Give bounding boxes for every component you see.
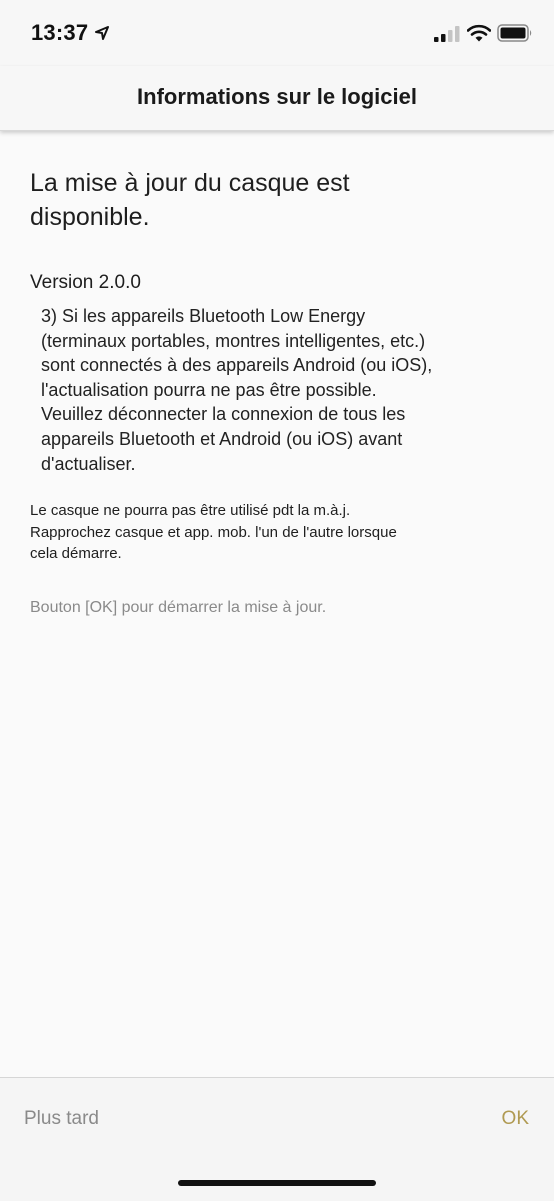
navigation-bar: Informations sur le logiciel <box>0 66 554 131</box>
release-note-line: Veuillez déconnecter la connexion de tou… <box>41 404 406 425</box>
location-arrow-icon <box>95 26 109 40</box>
release-note-line: appareils Bluetooth et Android (ou iOS) … <box>41 428 403 449</box>
signal-icon <box>434 26 460 42</box>
ok-instruction-text: Bouton [OK] pour démarrer la mise à jour… <box>30 598 327 616</box>
warning-line: Rapprochez casque et app. mob. l'un de l… <box>30 523 397 541</box>
update-info-content: La mise à jour du casque est disponible.… <box>30 166 524 617</box>
release-notes: 3) Si les appareils Bluetooth Low Energy… <box>30 304 524 476</box>
update-warning: Le casque ne pourra pas être utilisé pdt… <box>30 500 524 565</box>
release-note-line: sont connectés à des appareils Android (… <box>41 355 433 376</box>
warning-line: cela démarre. <box>30 545 122 563</box>
home-indicator[interactable] <box>178 1180 376 1186</box>
release-note-line: (terminaux portables, montres intelligen… <box>41 330 426 351</box>
heading-line: La mise à jour du casque est <box>30 169 350 197</box>
release-note-line: 3) Si les appareils Bluetooth Low Energy <box>41 306 366 326</box>
wifi-icon <box>467 24 491 42</box>
status-time: 13:37 <box>31 20 89 45</box>
release-note-line: d'actualiser. <box>41 453 136 474</box>
status-bar: 13:37 <box>0 0 554 66</box>
ok-button[interactable]: OK <box>502 1108 529 1130</box>
page-title: Informations sur le logiciel <box>137 84 417 109</box>
version-label: Version 2.0.0 <box>30 272 141 293</box>
update-available-heading: La mise à jour du casque est disponible. <box>30 166 524 234</box>
warning-line: Le casque ne pourra pas être utilisé pdt… <box>30 502 351 520</box>
heading-line: disponible. <box>30 203 150 231</box>
later-button[interactable]: Plus tard <box>24 1108 99 1130</box>
release-note-line: l'actualisation pourra ne pas être possi… <box>41 379 377 400</box>
battery-icon <box>497 24 532 42</box>
